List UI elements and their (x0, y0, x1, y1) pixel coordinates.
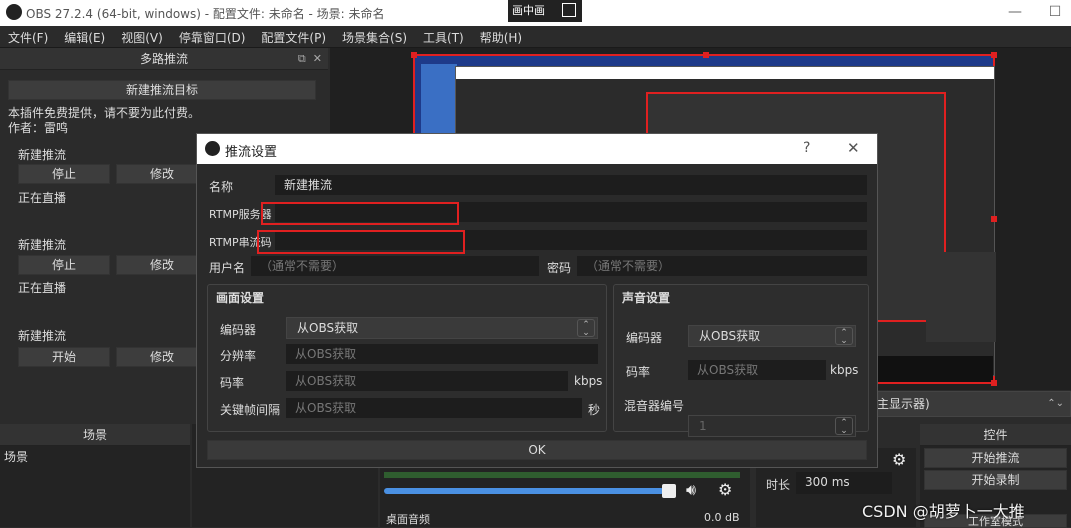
stream-status: 正在直播 (18, 191, 67, 205)
mixer-channel-label: 桌面音频 (386, 513, 430, 526)
mixer-track-select[interactable]: 1 ⌃ ⌄ (688, 415, 856, 437)
scenes-dock: 场景 场景 (0, 424, 190, 527)
audio-settings-group: 声音设置 编码器 从OBS获取 ⌃ ⌄ 码率 从OBS获取 kbps 混音器编号 … (613, 284, 869, 437)
mixer-channel-value: 0.0 dB (704, 511, 740, 524)
menu-help[interactable]: 帮助(H) (472, 26, 530, 49)
video-bitrate-input[interactable]: 从OBS获取 (286, 371, 568, 391)
keyframe-label: 关键帧间隔 (220, 403, 281, 417)
stream-start-button[interactable]: 开始 (18, 347, 110, 367)
scene-item[interactable]: 场景 (0, 446, 190, 467)
ok-button[interactable]: OK (207, 440, 867, 460)
menu-profile[interactable]: 配置文件(P) (253, 26, 334, 49)
stream-status: 正在直播 (18, 281, 67, 295)
highlight-box (261, 202, 459, 225)
watermark: CSDN @胡萝卜一大推 (862, 502, 1025, 521)
video-encoder-select[interactable]: 从OBS获取 ⌃ ⌄ (286, 317, 598, 339)
stream-stop-button[interactable]: 停止 (18, 164, 110, 184)
menu-docks[interactable]: 停靠窗口(D) (171, 26, 254, 49)
mouse-cursor-icon: ➤ (372, 148, 386, 167)
obs-logo-icon (6, 4, 22, 20)
volume-slider[interactable] (384, 488, 664, 494)
pip-expand-icon[interactable] (562, 3, 576, 17)
speaker-icon[interactable]: 🔊︎ (686, 480, 696, 500)
chevron-updown-icon: ⌃ ⌄ (835, 417, 853, 436)
resolution-input[interactable]: 从OBS获取 (286, 344, 598, 364)
stream-name: 新建推流 (18, 148, 67, 162)
stream-edit-button[interactable]: 修改 (116, 164, 208, 184)
menu-file[interactable]: 文件(F) (0, 26, 56, 49)
minimize-button[interactable]: — (1000, 2, 1030, 22)
password-label: 密码 (547, 261, 572, 275)
stream-stop-button[interactable]: 停止 (18, 255, 110, 275)
maximize-button[interactable]: ☐ (1040, 2, 1070, 22)
window-title: OBS 27.2.4 (64-bit, windows) - 配置文件: 未命名… (26, 7, 385, 21)
menu-view[interactable]: 视图(V) (113, 26, 171, 49)
audio-bitrate-label: 码率 (626, 365, 651, 379)
scenes-title: 场景 (0, 424, 190, 446)
display-source-combo[interactable]: 主显示器) ⌃⌄ (870, 391, 1071, 417)
name-input[interactable]: 新建推流 (275, 175, 867, 195)
stream-settings-dialog: 推流设置 ? ✕ 名称 新建推流 RTMP服务器 RTMP串流码 用户名 （通常… (196, 133, 878, 468)
taskbar-clock (875, 356, 993, 382)
duration-label: 时长 (766, 478, 791, 492)
window-title-bar: OBS 27.2.4 (64-bit, windows) - 配置文件: 未命名… (0, 0, 1071, 26)
start-stream-button[interactable]: 开始推流 (924, 448, 1067, 468)
help-button[interactable]: ? (803, 140, 810, 156)
chevron-updown-icon: ⌃ ⌄ (835, 327, 853, 346)
audio-group-title: 声音设置 (622, 291, 671, 305)
duration-input[interactable]: 300 ms (796, 472, 892, 494)
audio-bitrate-input[interactable]: 从OBS获取 (688, 360, 826, 380)
stream-name: 新建推流 (18, 238, 67, 252)
controls-title: 控件 (920, 424, 1071, 446)
audio-encoder-select[interactable]: 从OBS获取 ⌃ ⌄ (688, 325, 856, 347)
audio-encoder-label: 编码器 (626, 331, 663, 345)
volume-slider-handle[interactable] (662, 484, 676, 498)
audio-mixer-dock: 🔊︎ ⚙ 桌面音频 0.0 dB (380, 468, 750, 527)
start-record-button[interactable]: 开始录制 (924, 470, 1067, 490)
username-label: 用户名 (209, 261, 246, 275)
video-bitrate-unit: kbps (574, 374, 603, 388)
pip-toolbar[interactable]: 画中画 (508, 0, 582, 22)
keyframe-input[interactable]: 从OBS获取 (286, 398, 582, 418)
pip-label: 画中画 (512, 4, 545, 17)
video-bitrate-label: 码率 (220, 376, 245, 390)
stream-edit-button[interactable]: 修改 (116, 347, 208, 367)
obs-logo-icon (205, 141, 220, 156)
username-input[interactable]: （通常不需要） (251, 256, 539, 276)
highlight-box (257, 230, 465, 254)
menu-scene-collection[interactable]: 场景集合(S) (334, 26, 415, 49)
keyframe-unit: 秒 (588, 403, 601, 417)
menu-edit[interactable]: 编辑(E) (56, 26, 113, 49)
menu-tools[interactable]: 工具(T) (415, 26, 472, 49)
resolution-label: 分辨率 (220, 349, 257, 363)
video-encoder-label: 编码器 (220, 323, 257, 337)
new-target-button[interactable]: 新建推流目标 (8, 80, 316, 100)
dialog-close-button[interactable]: ✕ (847, 139, 860, 157)
dialog-title-bar: 推流设置 ? ✕ (197, 134, 877, 164)
stream-edit-button[interactable]: 修改 (116, 255, 208, 275)
dock-title: 多路推流 ⧉ ✕ (0, 48, 328, 70)
password-input[interactable]: （通常不需要） (577, 256, 867, 276)
dialog-title: 推流设置 (225, 145, 278, 160)
transition-gear-icon[interactable]: ⚙ (892, 450, 906, 469)
video-settings-group: 画面设置 编码器 从OBS获取 ⌃ ⌄ 分辨率 从OBS获取 码率 从OBS获取 … (207, 284, 607, 432)
audio-bitrate-unit: kbps (830, 363, 859, 377)
chevron-updown-icon: ⌃ ⌄ (577, 319, 595, 338)
stream-name: 新建推流 (18, 329, 67, 343)
gear-icon[interactable]: ⚙ (718, 480, 732, 499)
author-text: 作者：雷鸣 (8, 121, 69, 135)
video-group-title: 画面设置 (216, 291, 265, 305)
dock-float-close-icons[interactable]: ⧉ ✕ (298, 48, 322, 70)
mixer-track-label: 混音器编号 (624, 399, 685, 413)
menu-bar: 文件(F) 编辑(E) 视图(V) 停靠窗口(D) 配置文件(P) 场景集合(S) 工具(T… (0, 26, 1071, 48)
name-label: 名称 (209, 180, 234, 194)
